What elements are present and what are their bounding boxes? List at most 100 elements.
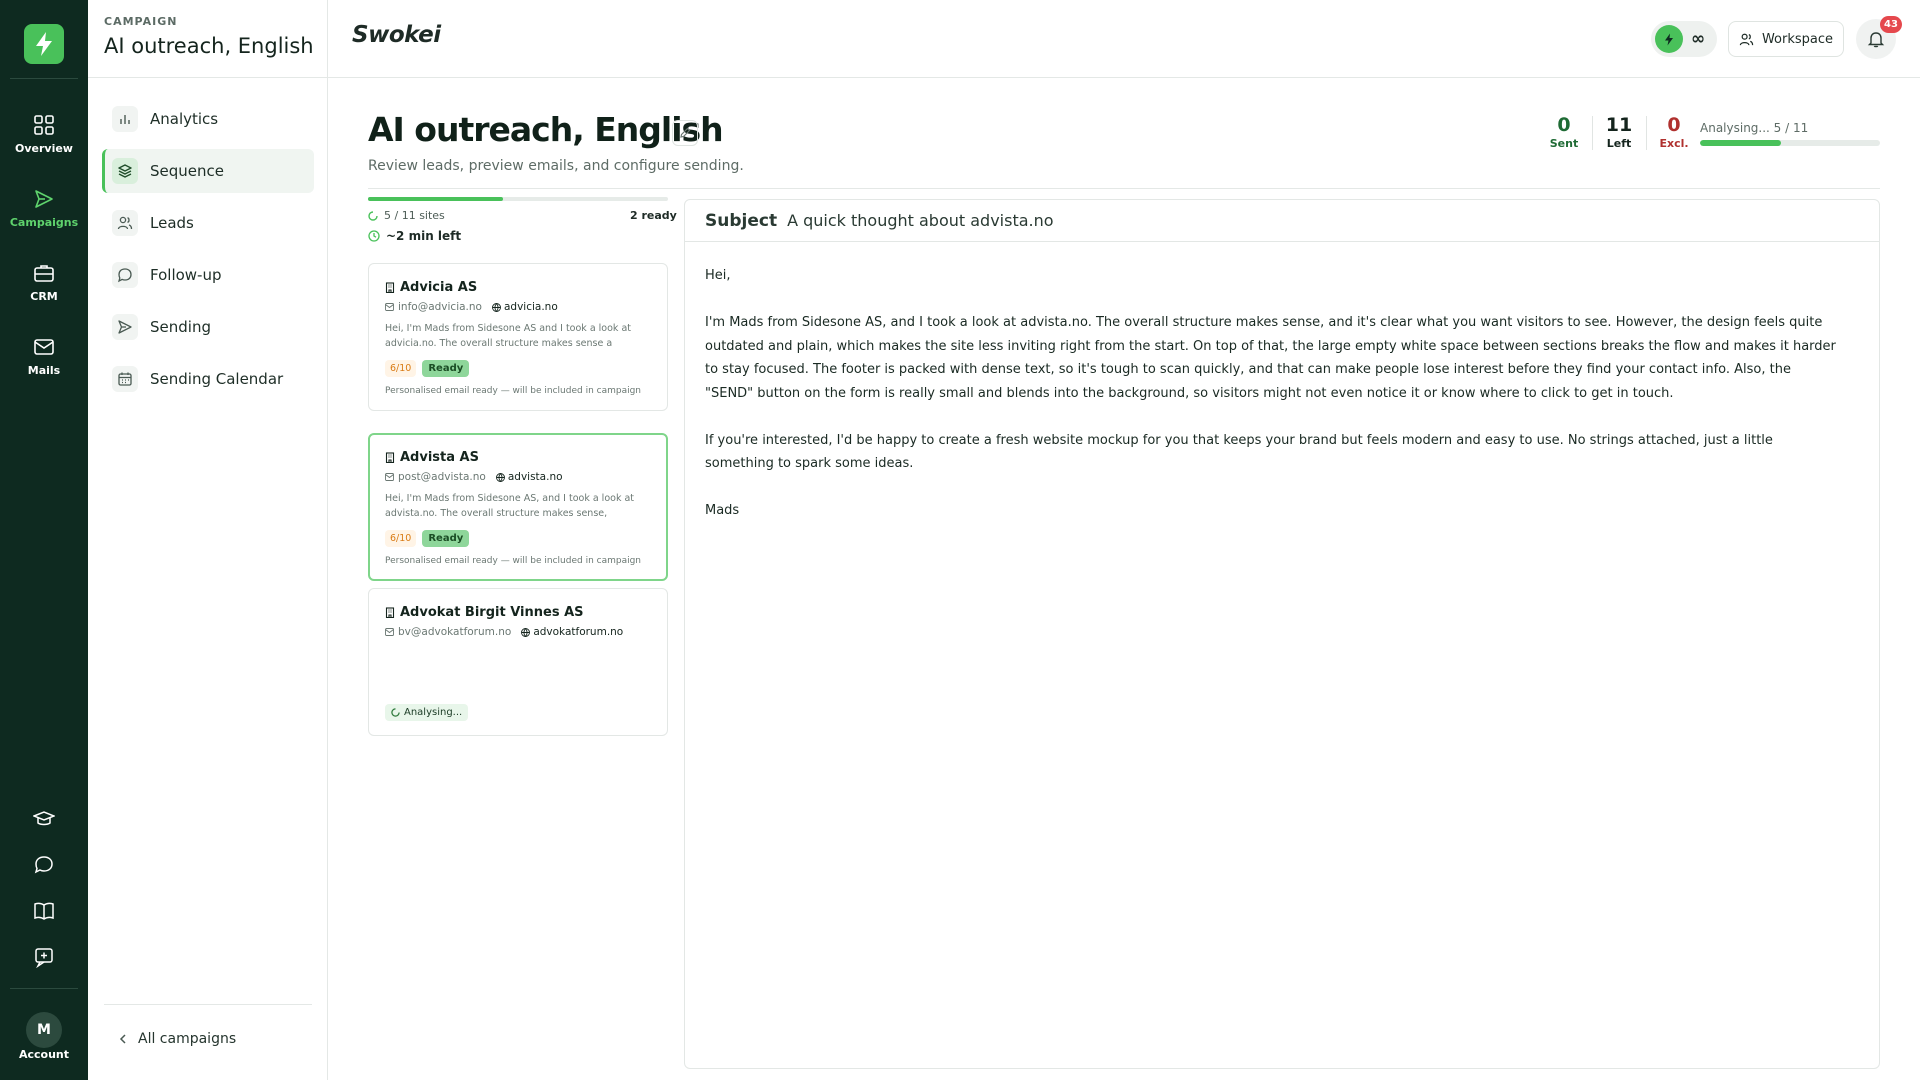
- lead-domain-link[interactable]: advista.no: [495, 471, 563, 483]
- campaign-nav: Analytics Sequence Leads Follow-up Sendi…: [102, 97, 314, 409]
- nav-item-label: Follow-up: [150, 266, 222, 284]
- nav-item-analytics[interactable]: Analytics: [102, 97, 314, 141]
- rail-item-mails[interactable]: Mails: [0, 336, 88, 377]
- status-badge: Ready: [422, 360, 470, 377]
- lead-company-name: Advokat Birgit Vinnes AS: [400, 605, 584, 620]
- rail-item-label: Mails: [27, 364, 61, 377]
- users-icon: [112, 210, 138, 236]
- status-badge: Ready: [422, 530, 470, 547]
- lead-email: post@advista.no: [398, 471, 486, 483]
- time-left: ~2 min left: [368, 229, 461, 243]
- top-bar: Swokei ∞ Workspace 43: [328, 0, 1920, 78]
- notification-count-badge: 43: [1880, 16, 1902, 33]
- lead-company-name: Advicia AS: [400, 280, 478, 295]
- building-icon: [385, 452, 395, 463]
- stat-sent: 0 Sent: [1548, 114, 1580, 150]
- credits-value: ∞: [1691, 29, 1706, 49]
- lightning-icon: [36, 32, 52, 56]
- stat-sent-label: Sent: [1549, 137, 1579, 150]
- lead-card[interactable]: Advicia AS info@advicia.no advicia.no He…: [368, 263, 668, 411]
- stat-excluded-label: Excl.: [1659, 137, 1689, 150]
- brand-logo[interactable]: Swokei: [352, 22, 441, 48]
- lead-card[interactable]: Advokat Birgit Vinnes AS bv@advokatforum…: [368, 588, 668, 736]
- building-icon: [385, 282, 395, 293]
- campaign-kicker: CAMPAIGN: [104, 15, 178, 28]
- nav-item-leads[interactable]: Leads: [102, 201, 314, 245]
- nav-item-sending-calendar[interactable]: Sending Calendar: [102, 357, 314, 401]
- email-body[interactable]: Hei, I'm Mads from Sidesone AS, and I to…: [685, 242, 1879, 523]
- nav-item-follow-up[interactable]: Follow-up: [102, 253, 314, 297]
- lead-contact: bv@advokatforum.no advokatforum.no: [385, 626, 651, 638]
- nav-item-sending[interactable]: Sending: [102, 305, 314, 349]
- stat-excluded-value: 0: [1667, 114, 1681, 136]
- credits-indicator[interactable]: ∞: [1651, 21, 1717, 57]
- lead-email: info@advicia.no: [398, 301, 482, 313]
- edit-title-button[interactable]: [672, 120, 698, 146]
- lead-badges: 6/10 Ready: [385, 360, 651, 377]
- briefcase-icon: [34, 265, 54, 282]
- bar-chart-icon: [112, 106, 138, 132]
- lead-domain-link[interactable]: advicia.no: [492, 301, 558, 313]
- stat-sent-value: 0: [1557, 114, 1571, 136]
- stat-left: 11 Left: [1602, 114, 1636, 150]
- layers-icon: [112, 158, 138, 184]
- bell-icon: [1867, 32, 1885, 48]
- avatar[interactable]: M: [26, 1012, 62, 1048]
- workspace-label: Workspace: [1761, 31, 1834, 47]
- all-campaigns-link[interactable]: All campaigns: [104, 1004, 312, 1047]
- campaign-sidebar: CAMPAIGN AI outreach, English Analytics …: [88, 0, 328, 1080]
- globe-icon: [495, 472, 505, 482]
- subject-value[interactable]: A quick thought about advista.no: [787, 211, 1053, 230]
- mail-icon: [385, 473, 394, 481]
- email-preview: Subject A quick thought about advista.no…: [684, 199, 1880, 1069]
- rail-item-overview[interactable]: Overview: [0, 114, 88, 155]
- status-badge-label: Analysing...: [404, 707, 463, 718]
- stat-divider: [1592, 116, 1593, 150]
- time-left-text: ~2 min left: [386, 229, 462, 243]
- lead-contact: post@advista.no advista.no: [385, 471, 651, 483]
- lead-domain: advista.no: [507, 471, 563, 483]
- lightning-icon: [1655, 25, 1683, 53]
- lead-email-snippet: Hei, I'm Mads from Sidesone AS, and I to…: [385, 493, 635, 519]
- nav-item-label: Sending Calendar: [150, 370, 284, 388]
- workspace-button[interactable]: Workspace: [1728, 21, 1844, 57]
- lead-email-snippet: Hei, I'm Mads from Sidesone AS and I too…: [385, 323, 631, 349]
- feedback-icon[interactable]: [33, 946, 55, 968]
- spinner-icon: [368, 210, 378, 221]
- lead-domain-link[interactable]: advokatforum.no: [521, 626, 623, 638]
- globe-icon: [492, 302, 501, 312]
- sites-status-text: 5 / 11 sites: [384, 209, 445, 222]
- campaign-name: AI outreach, English: [104, 34, 314, 58]
- lead-email: bv@advokatforum.no: [398, 626, 512, 638]
- rail-item-crm[interactable]: CRM: [0, 262, 88, 303]
- campaign-header: CAMPAIGN AI outreach, English: [88, 0, 327, 78]
- stat-excluded: 0 Excl.: [1656, 114, 1692, 150]
- users-icon: [1739, 33, 1754, 45]
- graduation-cap-icon[interactable]: [33, 808, 55, 830]
- mail-icon: [385, 628, 394, 636]
- book-icon[interactable]: [33, 900, 55, 922]
- sites-status: 5 / 11 sites: [368, 209, 445, 222]
- grid-icon: [34, 115, 54, 135]
- subject-label: Subject: [705, 210, 778, 231]
- app-logo[interactable]: [24, 24, 64, 64]
- chat-bubble-icon: [112, 262, 138, 288]
- sites-progress-bar: [368, 197, 668, 201]
- spinner-icon: [391, 708, 400, 717]
- email-greeting: Hei,: [705, 268, 731, 283]
- lead-company: Advicia AS: [385, 280, 651, 295]
- account-label[interactable]: Account: [0, 1048, 88, 1061]
- email-subject-row: Subject A quick thought about advista.no: [685, 200, 1879, 242]
- nav-item-label: Sending: [150, 318, 211, 336]
- stat-divider: [1646, 116, 1647, 150]
- mail-icon: [34, 339, 54, 355]
- lead-card-selected[interactable]: Advista AS post@advista.no advista.no He…: [368, 433, 668, 581]
- chat-icon[interactable]: [33, 854, 55, 876]
- lead-company-name: Advista AS: [400, 450, 479, 465]
- nav-item-sequence[interactable]: Sequence: [102, 149, 314, 193]
- globe-icon: [521, 627, 531, 637]
- rail-item-campaigns[interactable]: Campaigns: [0, 188, 88, 229]
- sites-progress-fill: [368, 197, 503, 201]
- nav-item-label: Sequence: [150, 162, 224, 180]
- calendar-icon: [112, 366, 138, 392]
